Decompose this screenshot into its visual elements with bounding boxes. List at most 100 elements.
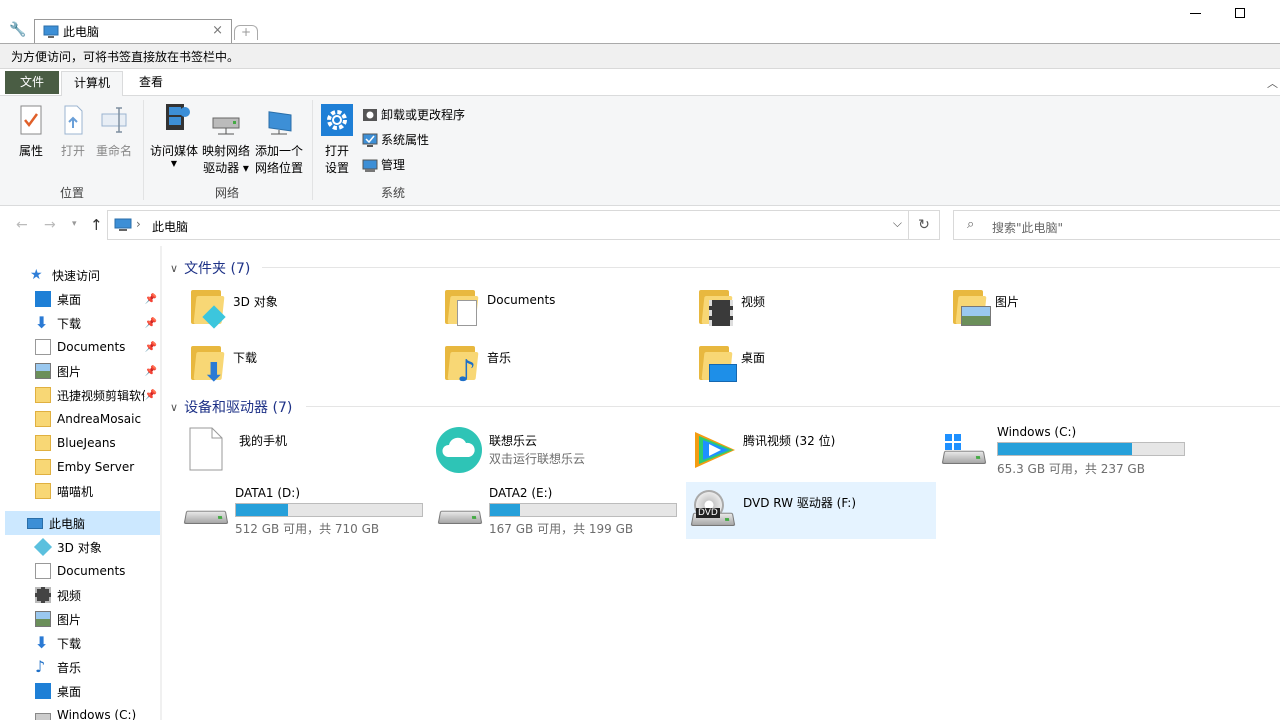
- access-media-button[interactable]: 访问媒体 ▼: [148, 102, 200, 168]
- uninstall-programs-button[interactable]: 卸载或更改程序: [362, 106, 465, 123]
- add-network-location-button[interactable]: 添加一个 网络位置: [253, 108, 305, 177]
- tab-computer[interactable]: 计算机: [61, 71, 123, 97]
- search-input[interactable]: ⌕ 搜索"此电脑": [953, 210, 1280, 240]
- ribbon: 属性 打开 重命名 访问媒体 ▼ 映射网络 驱动器 ▾ 添加一个 网络位置 打开…: [0, 96, 1280, 206]
- nav-item-pictures[interactable]: 图片 📌: [0, 359, 160, 383]
- navigation-pane: ★ 快速访问 桌面 📌 ⬇ 下载 📌 Documents 📌 图片 📌 迅捷视频剪辑软件…: [0, 246, 160, 720]
- tab-close-button[interactable]: ×: [212, 23, 223, 38]
- open-settings-label-2: 设置: [324, 161, 349, 175]
- drive-data1-d[interactable]: DATA1 (D:) 512 GB 可用，共 710 GB: [179, 484, 429, 540]
- nav-pc-3d-objects[interactable]: 3D 对象: [0, 535, 160, 559]
- drive-space: 512 GB 可用，共 710 GB: [235, 522, 380, 536]
- breadcrumb[interactable]: 此电脑: [152, 218, 188, 235]
- nav-item-label: 图片: [57, 612, 82, 627]
- drive-data2-e[interactable]: DATA2 (E:) 167 GB 可用，共 199 GB: [433, 484, 683, 540]
- folder-music[interactable]: ♪ 音乐: [439, 340, 689, 394]
- drive-dvd-f[interactable]: DVD DVD RW 驱动器 (F:): [686, 482, 936, 539]
- nav-item-miaomiao[interactable]: 喵喵机: [0, 479, 160, 503]
- devices-section-header[interactable]: ∨ 设备和驱动器 (7): [170, 397, 292, 417]
- nav-this-pc[interactable]: 此电脑: [5, 511, 160, 535]
- device-lenovo-cloud[interactable]: 联想乐云 双击运行联想乐云: [433, 424, 683, 480]
- drive-usage-bar: [235, 503, 423, 517]
- tab-view[interactable]: 查看: [124, 71, 178, 95]
- nav-quick-access[interactable]: ★ 快速访问: [0, 263, 160, 287]
- forward-arrow-icon[interactable]: →: [44, 217, 56, 233]
- chevron-down-icon: ∨: [170, 400, 179, 414]
- drive-space: 65.3 GB 可用，共 237 GB: [997, 462, 1145, 476]
- up-arrow-icon[interactable]: ↑: [90, 216, 103, 234]
- folder-label: 音乐: [487, 351, 512, 365]
- minimize-button[interactable]: [1190, 4, 1204, 18]
- cube-icon: [33, 537, 53, 557]
- folder-desktop[interactable]: 桌面: [693, 340, 943, 394]
- back-arrow-icon[interactable]: ←: [16, 217, 28, 233]
- section-divider: [262, 267, 1280, 268]
- open-settings-button[interactable]: 打开 设置: [318, 104, 356, 177]
- recent-chevron-down-icon[interactable]: ▾: [72, 219, 77, 229]
- nav-item-bluejeans[interactable]: BlueJeans: [0, 431, 160, 455]
- dvd-badge: DVD: [696, 508, 720, 518]
- nav-item-video-editor[interactable]: 迅捷视频剪辑软件 📌: [0, 383, 160, 407]
- nav-item-label: Documents: [57, 564, 126, 578]
- system-properties-button[interactable]: 系统属性: [362, 131, 429, 148]
- folder-downloads[interactable]: ⬇ 下载: [185, 340, 435, 394]
- device-tencent-video[interactable]: 腾讯视频 (32 位): [687, 424, 937, 480]
- nav-item-label: 音乐: [57, 660, 82, 675]
- device-name: 我的手机: [239, 434, 288, 448]
- folder-pictures[interactable]: 图片: [947, 284, 1197, 338]
- section-divider: [306, 406, 1280, 407]
- nav-pc-videos[interactable]: 视频: [0, 583, 160, 607]
- drive-icon: [35, 713, 51, 720]
- rename-button[interactable]: 重命名: [94, 104, 134, 160]
- open-button[interactable]: 打开: [56, 104, 90, 160]
- drive-windows-c[interactable]: Windows (C:) 65.3 GB 可用，共 237 GB: [941, 420, 1191, 476]
- pin-icon: 📌: [144, 389, 157, 401]
- blank-file-icon: [189, 427, 223, 471]
- network-drive-icon: [212, 117, 240, 135]
- nav-item-label: Emby Server: [57, 460, 135, 474]
- tab-file[interactable]: 文件: [5, 71, 59, 94]
- folder-videos[interactable]: 视频: [693, 284, 943, 338]
- drive-space: 167 GB 可用，共 199 GB: [489, 522, 634, 536]
- address-bar[interactable]: › 此电脑 ⌵: [107, 210, 909, 240]
- folder-label: 桌面: [741, 351, 766, 365]
- maximize-button[interactable]: [1235, 8, 1245, 18]
- wrench-icon[interactable]: 🔧: [9, 22, 26, 38]
- nav-item-label: 桌面: [57, 684, 82, 699]
- folder-label: 3D 对象: [233, 295, 278, 309]
- folder-documents[interactable]: Documents: [439, 284, 689, 338]
- nav-pc-windows-c[interactable]: Windows (C:): [0, 703, 160, 720]
- nav-pc-documents[interactable]: Documents: [0, 559, 160, 583]
- drive-name: DATA1 (D:): [235, 486, 301, 500]
- folder-3d-objects[interactable]: 3D 对象: [185, 284, 435, 338]
- nav-pc-pictures[interactable]: 图片: [0, 607, 160, 631]
- breadcrumb-chevron-icon[interactable]: ›: [136, 217, 141, 231]
- nav-pc-desktop[interactable]: 桌面: [0, 679, 160, 703]
- devices-header-label: 设备和驱动器 (7): [184, 400, 293, 416]
- gear-icon: [321, 104, 353, 136]
- group-location-label: 位置: [60, 186, 85, 200]
- nav-item-emby-server[interactable]: Emby Server: [0, 455, 160, 479]
- nav-item-andreamosaic[interactable]: AndreaMosaic: [0, 407, 160, 431]
- refresh-button[interactable]: ↻: [909, 210, 940, 240]
- folders-section-header[interactable]: ∨ 文件夹 (7): [170, 258, 250, 278]
- manage-button[interactable]: 管理: [362, 156, 405, 173]
- nav-pc-music[interactable]: ♪ 音乐: [0, 655, 160, 679]
- dropdown-arrow-icon: ▼: [170, 159, 178, 168]
- ribbon-collapse-icon[interactable]: ︿: [1267, 75, 1278, 90]
- properties-button[interactable]: 属性: [14, 104, 48, 160]
- nav-item-documents[interactable]: Documents 📌: [0, 335, 160, 359]
- nav-item-downloads[interactable]: ⬇ 下载 📌: [0, 311, 160, 335]
- download-arrow-icon: ⬇: [35, 633, 49, 652]
- nav-item-desktop[interactable]: 桌面 📌: [0, 287, 160, 311]
- star-icon: ★: [30, 267, 43, 283]
- device-my-phone[interactable]: 我的手机: [185, 424, 435, 480]
- map-network-drive-button[interactable]: 映射网络 驱动器 ▾: [200, 110, 252, 177]
- pane-divider[interactable]: [160, 246, 162, 720]
- music-note-icon: ♪: [35, 657, 46, 676]
- new-tab-button[interactable]: +: [234, 25, 258, 40]
- address-dropdown-chevron-down-icon[interactable]: ⌵: [893, 216, 902, 231]
- nav-pc-downloads[interactable]: ⬇ 下载: [0, 631, 160, 655]
- search-placeholder: 搜索"此电脑": [992, 221, 1064, 235]
- tab-this-pc[interactable]: 此电脑 ×: [34, 19, 232, 43]
